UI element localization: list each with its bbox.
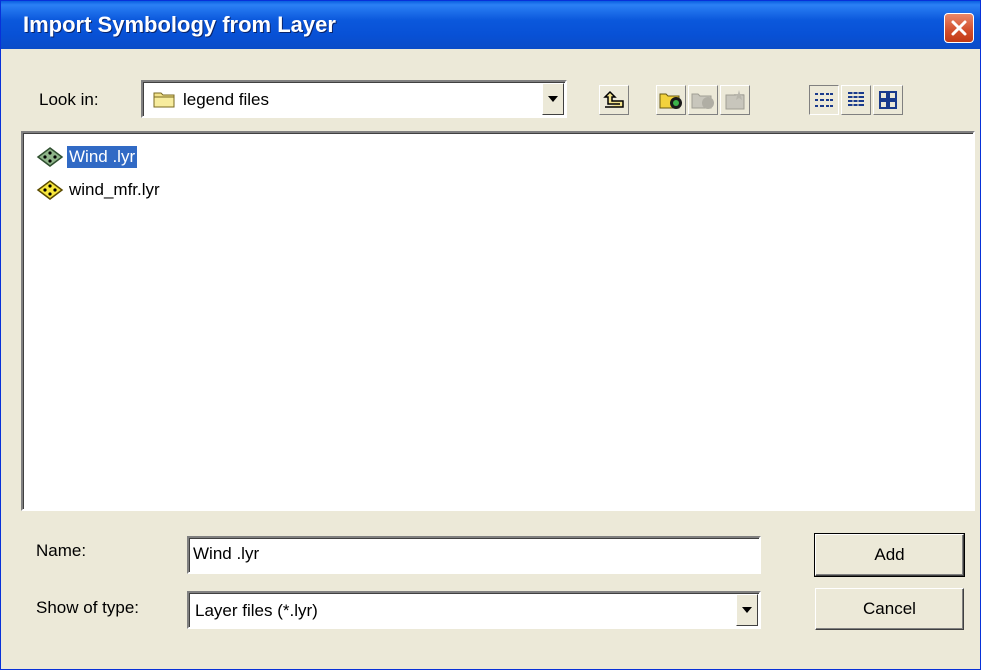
name-label: Name: [36, 541, 87, 560]
add-button[interactable]: Add [814, 533, 965, 577]
file-type-dropdown-arrow[interactable] [736, 594, 758, 626]
connect-folder-icon [659, 93, 682, 109]
new-folder-button [720, 85, 750, 115]
folder-icon [153, 92, 175, 108]
file-list[interactable]: Wind .lyr wind_mfr.lyr [21, 131, 975, 511]
dialog-title: Import Symbology from Layer [23, 12, 336, 37]
thumbnails-view-button[interactable] [873, 85, 903, 115]
up-one-level-icon [603, 90, 624, 108]
up-one-level-button[interactable] [599, 85, 629, 115]
look-in-value: legend files [183, 90, 270, 109]
details-view-icon [848, 91, 864, 107]
cancel-button-label: Cancel [863, 599, 916, 618]
close-icon [951, 20, 967, 36]
thumbnails-view-icon [879, 91, 897, 109]
file-type-dropdown[interactable]: Layer files (*.lyr) [187, 591, 761, 629]
details-view-button[interactable] [841, 85, 871, 115]
file-name: wind_mfr.lyr [69, 180, 160, 199]
new-folder-icon [725, 90, 745, 110]
file-name: Wind .lyr [67, 146, 138, 168]
chevron-down-icon [742, 607, 752, 613]
list-item[interactable]: wind_mfr.lyr [35, 178, 162, 202]
title-bar[interactable]: Import Symbology from Layer [1, 1, 980, 49]
file-type-value: Layer files (*.lyr) [195, 601, 318, 620]
list-view-button[interactable] [809, 85, 839, 115]
connect-folder-button[interactable] [656, 85, 686, 115]
look-in-label: Look in: [39, 90, 99, 109]
file-type-label: Show of type: [36, 598, 140, 617]
chevron-down-icon [548, 96, 558, 102]
cancel-button[interactable]: Cancel [815, 588, 964, 630]
close-button[interactable] [944, 13, 974, 43]
layer-file-icon [36, 180, 64, 200]
disconnect-folder-icon [691, 93, 714, 109]
list-view-icon [815, 93, 833, 107]
name-input[interactable]: Wind .lyr [187, 536, 761, 574]
look-in-dropdown[interactable]: legend files [141, 80, 567, 118]
disconnect-folder-button [688, 85, 718, 115]
import-symbology-dialog: Import Symbology from Layer Look in: leg… [0, 0, 981, 670]
list-item[interactable]: Wind .lyr [35, 145, 138, 169]
add-button-label: Add [874, 545, 905, 564]
look-in-dropdown-arrow[interactable] [542, 83, 564, 115]
layer-file-icon [36, 147, 64, 167]
